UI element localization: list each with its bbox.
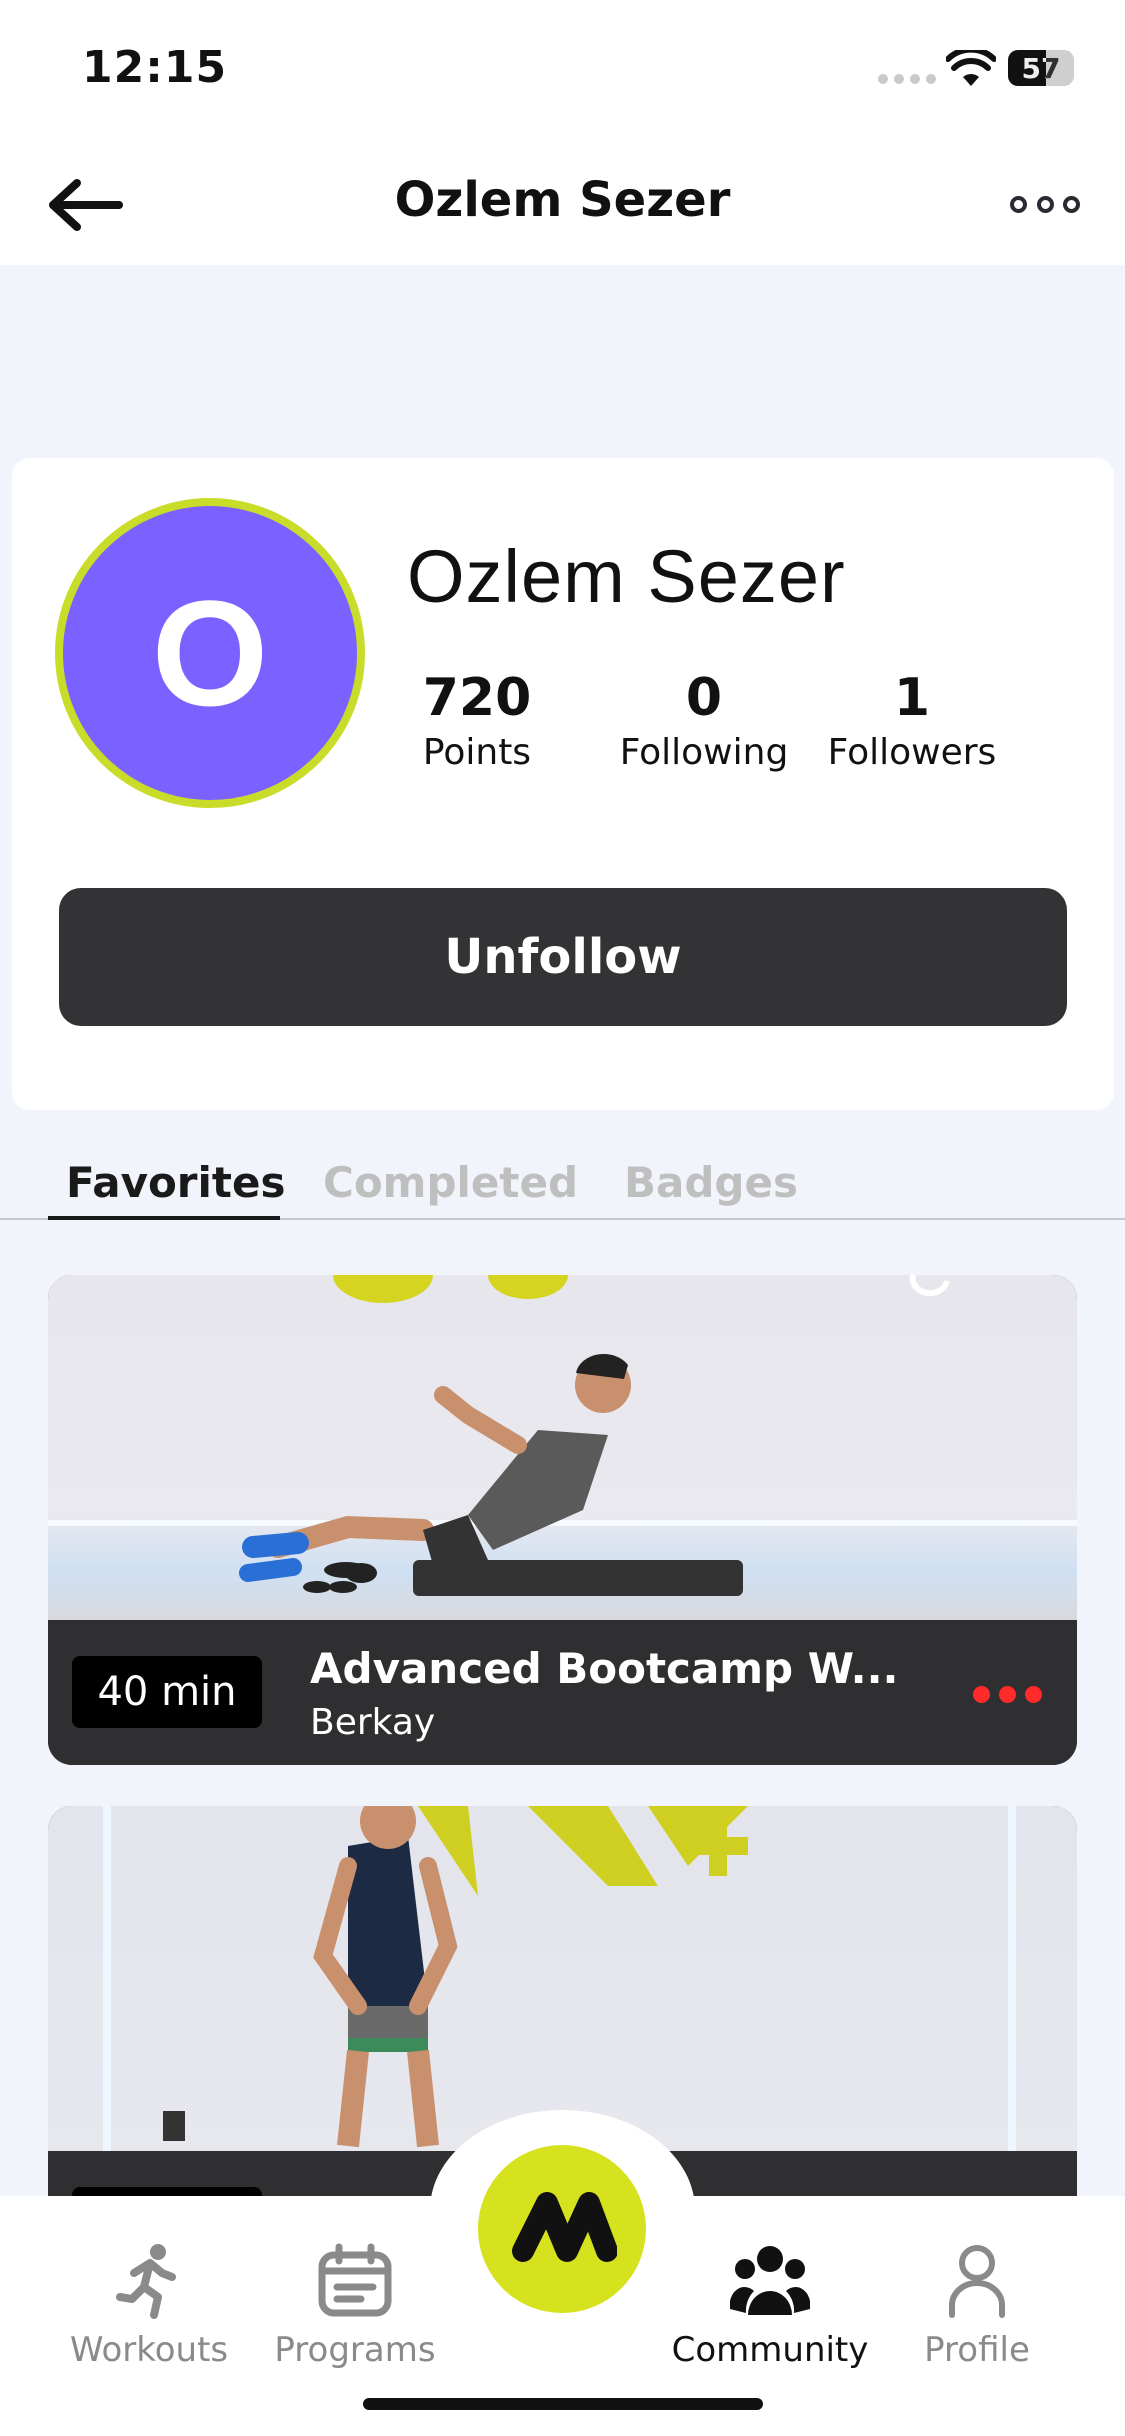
unfollow-button[interactable]: Unfollow xyxy=(59,888,1067,1026)
more-options-button[interactable] xyxy=(1010,182,1080,226)
avatar: O xyxy=(55,498,365,808)
more-dot-icon xyxy=(999,1686,1016,1703)
more-dot-icon xyxy=(1063,195,1080,213)
stat-value: 1 xyxy=(893,668,931,728)
stat-points: 720 Points xyxy=(422,668,532,773)
tab-badges[interactable]: Badges xyxy=(624,1158,798,1207)
workout-thumbnail xyxy=(48,1806,1077,2151)
duration-badge: 40 min xyxy=(72,1656,262,1728)
more-dot-icon xyxy=(1036,195,1054,213)
tab-favorites[interactable]: Favorites xyxy=(66,1158,285,1207)
active-tab-indicator xyxy=(48,1216,280,1220)
home-indicator xyxy=(363,2398,763,2410)
avatar-initial: O xyxy=(151,569,269,737)
tab-profile[interactable]: Profile xyxy=(877,2236,1077,2370)
profile-name: Ozlem Sezer xyxy=(407,535,846,618)
workout-trainer: Berkay xyxy=(310,1702,436,1743)
workout-scene-image xyxy=(48,1275,1077,1596)
tab-completed[interactable]: Completed xyxy=(323,1158,578,1207)
nav-bar: Ozlem Sezer xyxy=(0,140,1125,265)
battery-icon: 57 xyxy=(1008,50,1074,86)
stat-value: 0 xyxy=(685,668,723,728)
stat-value: 720 xyxy=(422,668,532,728)
tab-label: Workouts xyxy=(69,2330,229,2370)
more-dot-icon xyxy=(1025,1686,1042,1703)
tab-programs[interactable]: Programs xyxy=(255,2236,455,2370)
stat-label: Followers xyxy=(827,732,997,773)
profile-icon xyxy=(932,2236,1022,2326)
stat-following[interactable]: 0 Following xyxy=(614,668,794,773)
community-icon xyxy=(725,2236,815,2326)
calendar-icon xyxy=(310,2236,400,2326)
tab-label: Community xyxy=(671,2330,869,2370)
running-icon xyxy=(104,2236,194,2326)
workout-title: Advanced Bootcamp W... xyxy=(310,1644,899,1693)
workout-scene-image xyxy=(103,1806,1016,2151)
tab-workouts[interactable]: Workouts xyxy=(49,2236,249,2370)
page-title: Ozlem Sezer xyxy=(394,172,731,228)
app-logo-icon xyxy=(512,2192,617,2262)
workout-thumbnail xyxy=(48,1275,1077,1620)
battery-level: 57 xyxy=(1021,52,1061,85)
status-bar: 12:15 57 xyxy=(0,0,1125,140)
profile-card: O Ozlem Sezer 720 Points 0 Following 1 F… xyxy=(12,458,1114,1110)
home-logo-button[interactable] xyxy=(478,2145,646,2313)
tab-label: Profile xyxy=(924,2330,1030,2370)
profile-tabs: Favorites Completed Badges xyxy=(0,1152,1125,1220)
more-dot-icon xyxy=(973,1686,990,1703)
stat-followers[interactable]: 1 Followers xyxy=(822,668,1002,773)
workout-more-button[interactable] xyxy=(973,1686,1042,1703)
tab-community[interactable]: Community xyxy=(670,2236,870,2370)
cellular-signal-icon xyxy=(878,74,936,84)
profile-stats: 720 Points 0 Following 1 Followers xyxy=(422,668,1022,778)
tab-label: Programs xyxy=(274,2330,436,2370)
status-time: 12:15 xyxy=(82,42,228,93)
stat-label: Following xyxy=(619,732,789,773)
more-dot-icon xyxy=(1010,195,1027,213)
wifi-icon xyxy=(946,50,996,86)
workout-info: 40 min Advanced Bootcamp W... Berkay xyxy=(48,1620,1077,1765)
workout-card[interactable]: 40 min Advanced Bootcamp W... Berkay xyxy=(48,1275,1077,1765)
stat-label: Points xyxy=(422,732,532,773)
